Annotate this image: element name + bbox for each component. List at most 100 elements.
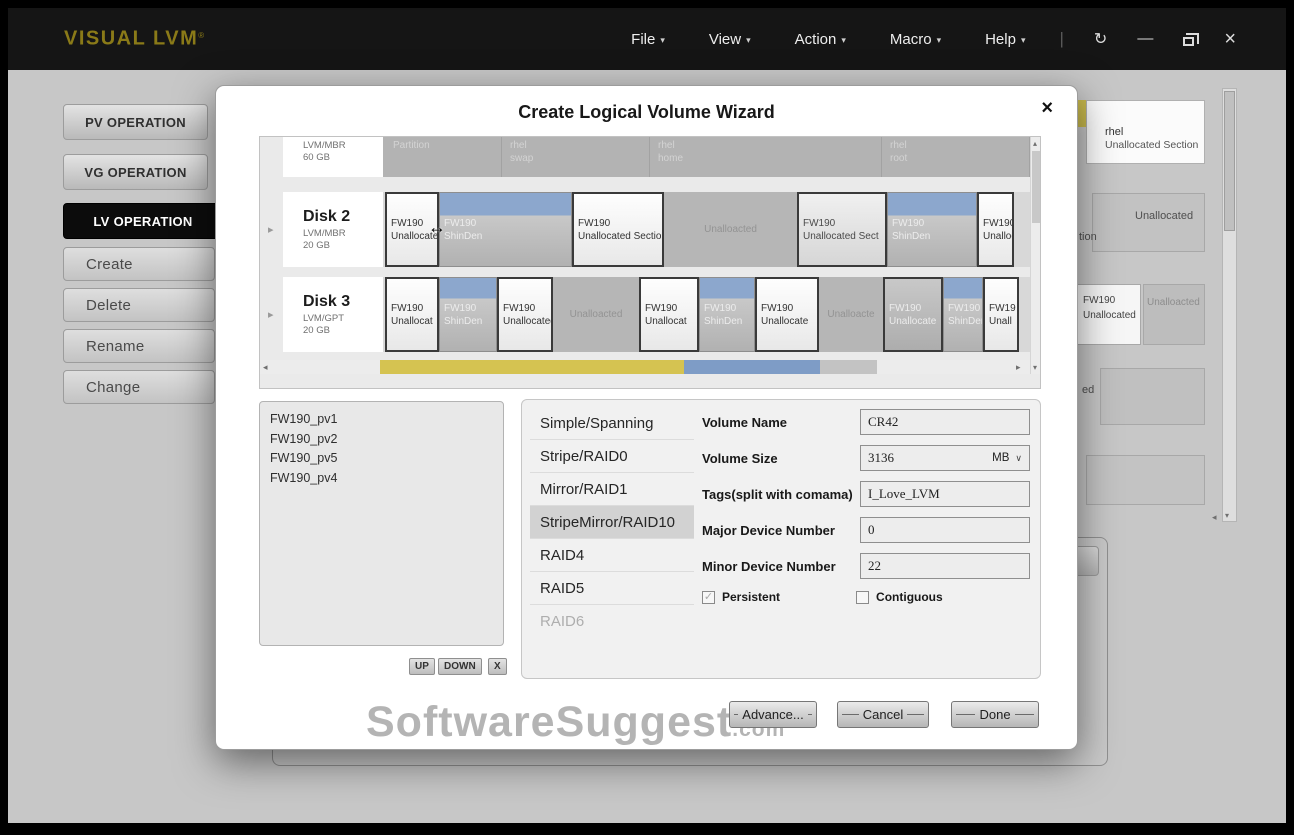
chevron-down-icon: ▾	[660, 35, 665, 46]
tags-label: Tags(split with comama)	[702, 487, 860, 502]
row-arrow-icon: ▸	[268, 308, 274, 321]
restore-button[interactable]	[1183, 33, 1194, 46]
partition-block[interactable]: rhelhome	[650, 137, 882, 177]
scrollbar-thumb[interactable]	[820, 360, 877, 374]
partition-block-selected[interactable]: FW190Unallocated Sect	[797, 192, 887, 267]
menu-view[interactable]: View▾	[709, 31, 751, 48]
partition-block-selected[interactable]: FW190Unallocat	[385, 277, 439, 352]
raid-type-raid5[interactable]: RAID5	[530, 572, 694, 605]
fw190-sublabel: Unallocated	[1083, 308, 1140, 323]
volume-size-unit-select[interactable]: MB∨	[992, 452, 1022, 464]
background-vertical-scrollbar[interactable]: ▾	[1222, 88, 1237, 522]
scroll-left-icon[interactable]: ◂	[263, 362, 268, 373]
watermark-text: SoftwareSuggest	[366, 698, 732, 747]
sidebar-item-lv-operation[interactable]: LV OPERATION	[63, 203, 223, 239]
pv-listbox: FW190_pv1 FW190_pv2 FW190_pv5 FW190_pv4	[259, 401, 504, 646]
unalloacted-label: Unalloacted	[1147, 297, 1200, 308]
minimize-button[interactable]: —	[1137, 30, 1153, 48]
dialog-close-button[interactable]: ×	[1041, 97, 1053, 120]
raid-type-raid4[interactable]: RAID4	[530, 539, 694, 572]
cancel-button[interactable]: Cancel	[837, 701, 929, 728]
partition-block[interactable]: FW190Unallocate	[883, 277, 943, 352]
pv-list-item[interactable]: FW190_pv2	[270, 430, 493, 450]
menubar: File▾ View▾ Action▾ Macro▾ Help▾ | ↻ — ×	[587, 8, 1236, 70]
menu-file[interactable]: File▾	[631, 31, 665, 48]
sidebar-item-create[interactable]: Create	[63, 247, 215, 281]
chevron-down-icon: ▾	[1021, 35, 1026, 46]
app-logo: VISUAL LVM®	[64, 28, 204, 51]
partition-block[interactable]: FW190ShinDen	[943, 277, 983, 352]
scrollbar-thumb[interactable]	[1224, 91, 1235, 231]
sidebar-item-rename[interactable]: Rename	[63, 329, 215, 363]
persistent-checkbox[interactable]: ✓	[702, 591, 715, 604]
sidebar-item-change[interactable]: Change	[63, 370, 215, 404]
sidebar-item-delete[interactable]: Delete	[63, 288, 215, 322]
partition-block-selected[interactable]: FW190Unallocated	[497, 277, 553, 352]
partition-block[interactable]: Partition	[385, 137, 502, 177]
menu-macro-label: Macro	[890, 31, 932, 48]
sidebar-item-vg-operation[interactable]: VG OPERATION	[63, 154, 208, 190]
pv-up-button[interactable]: UP	[409, 658, 435, 675]
menu-macro[interactable]: Macro▾	[890, 31, 941, 48]
volume-name-input[interactable]	[860, 409, 1030, 435]
pv-down-button[interactable]: DOWN	[438, 658, 482, 675]
major-device-number-input[interactable]	[860, 517, 1030, 543]
menu-help[interactable]: Help ▾	[985, 31, 1025, 48]
raid-type-mirror-raid1[interactable]: Mirror/RAID1	[530, 473, 694, 506]
pv-remove-button[interactable]: X	[488, 658, 507, 675]
disk-fs: LVM/MBR	[303, 140, 383, 152]
pv-list-item[interactable]: FW190_pv4	[270, 469, 493, 489]
menu-action[interactable]: Action▾	[795, 31, 846, 48]
scroll-right-icon[interactable]: ▸	[1016, 362, 1021, 373]
disk-row: Disk 2 LVM/MBR 20 GB FW190Unallocated Se…	[283, 192, 1030, 267]
partition-block[interactable]: rhelswap	[502, 137, 650, 177]
disk-map-vertical-scrollbar[interactable]: ▴ ▾	[1030, 137, 1041, 374]
row-arrow-icon: ▸	[268, 223, 274, 236]
partition-block-selected[interactable]: FW190Unallocat	[639, 277, 699, 352]
raid-type-stripemirror-raid10[interactable]: StripeMirror/RAID10	[530, 506, 694, 539]
volume-size-input[interactable]: 3136 MB∨	[860, 445, 1030, 471]
scroll-up-icon[interactable]: ▴	[1033, 139, 1037, 148]
minor-device-number-input[interactable]	[860, 553, 1030, 579]
partition-block-selected[interactable]: FW190Unalloca	[977, 192, 1014, 267]
partition-block[interactable]: FW190ShinDen	[699, 277, 755, 352]
partition-block-unallocated[interactable]: Unalloacted	[664, 192, 797, 267]
disk-fs: LVM/GPT	[303, 313, 383, 325]
scroll-left-icon[interactable]: ◂	[1212, 512, 1217, 523]
partition-block-unallocated[interactable]: Unalloacted	[553, 277, 639, 352]
checkbox-row: ✓ Persistent Contiguous	[702, 590, 943, 604]
tags-input[interactable]	[860, 481, 1030, 507]
volume-size-label: Volume Size	[702, 451, 860, 466]
advance-button[interactable]: Advance...	[729, 701, 817, 728]
partition-block-selected[interactable]: FW190Unallocated Section	[572, 192, 664, 267]
chevron-down-icon: ∨	[1015, 453, 1022, 464]
pv-list-item[interactable]: FW190_pv1	[270, 410, 493, 430]
disk-name: Disk 2	[303, 208, 383, 226]
disk-name: Disk 3	[303, 293, 383, 311]
disk-map-horizontal-scrollbar[interactable]: ◂ ▸	[260, 360, 1030, 374]
partition-block-selected[interactable]: FW19Unall	[983, 277, 1019, 352]
partition-block[interactable]: rhelroot	[882, 137, 1030, 177]
pv-list-item[interactable]: FW190_pv5	[270, 449, 493, 469]
close-icon: ×	[1224, 28, 1236, 51]
sidebar-item-pv-operation[interactable]: PV OPERATION	[63, 104, 208, 140]
raid-type-simple-spanning[interactable]: Simple/Spanning	[530, 407, 694, 440]
contiguous-checkbox[interactable]	[856, 591, 869, 604]
minimize-icon: —	[1137, 30, 1153, 48]
window-close-button[interactable]: ×	[1224, 28, 1236, 51]
disk-size: 20 GB	[303, 240, 383, 252]
partition-block-unallocated[interactable]: Unalloacte	[819, 277, 883, 352]
refresh-button[interactable]: ↻	[1094, 29, 1107, 49]
partition-block[interactable]: FW190ShinDen	[439, 192, 572, 267]
disk-label: Disk 3 LVM/GPT 20 GB	[283, 277, 383, 352]
partition-block[interactable]: FW190ShinDen	[887, 192, 977, 267]
partition-block-selected[interactable]: FW190Unallocate	[755, 277, 819, 352]
done-button[interactable]: Done	[951, 701, 1039, 728]
minor-device-number-label: Minor Device Number	[702, 559, 860, 574]
partition-block[interactable]: FW190ShinDen	[439, 277, 497, 352]
raid-type-stripe-raid0[interactable]: Stripe/RAID0	[530, 440, 694, 473]
scrollbar-thumb[interactable]	[1032, 151, 1041, 223]
scroll-down-icon[interactable]: ▾	[1033, 363, 1037, 372]
menu-help-label: Help	[985, 31, 1016, 48]
scroll-down-icon[interactable]: ▾	[1225, 511, 1229, 520]
